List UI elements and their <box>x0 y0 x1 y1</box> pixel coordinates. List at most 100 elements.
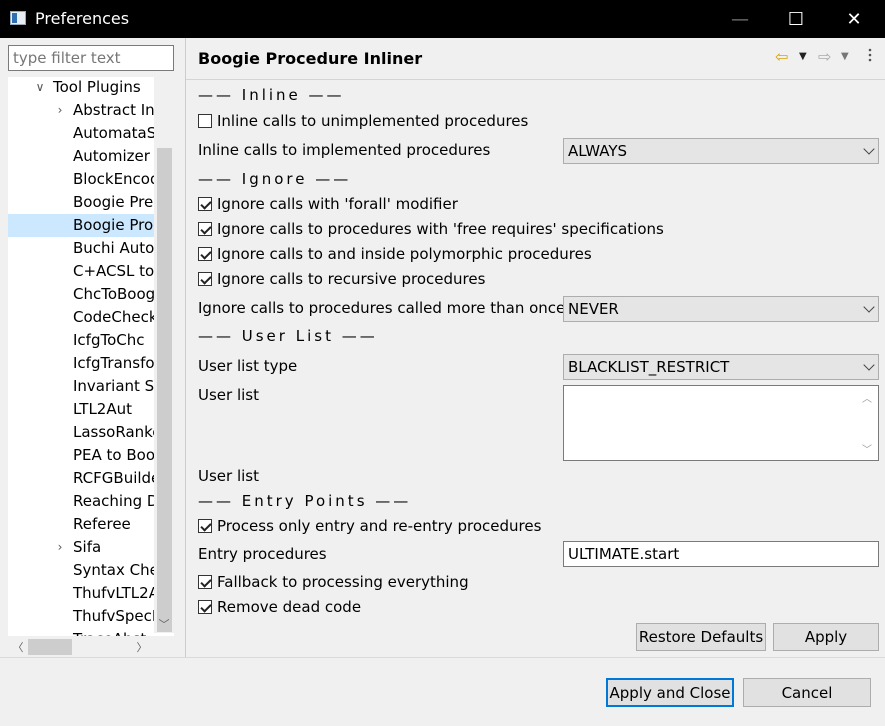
tree-item[interactable]: RCFGBuilde <box>8 467 154 490</box>
checkbox-label: Ignore calls to procedures with 'free re… <box>217 220 664 238</box>
group-ignore: —— Ignore —— <box>198 170 352 188</box>
tree-item-label: AutomataS <box>73 124 154 142</box>
select-value: ALWAYS <box>568 142 628 160</box>
tree-item[interactable]: Automizer <box>8 145 154 168</box>
checkbox-label: Fallback to processing everything <box>217 573 469 591</box>
checkbox-label: Process only entry and re-entry procedur… <box>217 517 542 535</box>
tree-item[interactable]: Invariant Sy <box>8 375 154 398</box>
tree-item-label: BlockEncod <box>73 170 154 188</box>
user-list-label-secondary: User list <box>198 467 259 485</box>
header-separator <box>186 79 885 80</box>
scroll-down-icon[interactable]: ﹀ <box>862 441 872 456</box>
entry-procedures-input[interactable]: ULTIMATE.start <box>563 541 879 567</box>
ignore-forall-checkbox[interactable]: Ignore calls with 'forall' modifier <box>198 194 458 214</box>
tree-item[interactable]: Syntax Che <box>8 559 154 582</box>
tree-item[interactable]: Boogie Pro <box>8 214 154 237</box>
process-entry-checkbox[interactable]: Process only entry and re-entry procedur… <box>198 516 541 536</box>
tree-item-label: IcfgTransfo <box>73 354 154 372</box>
checkbox-box[interactable] <box>198 114 212 128</box>
tree-item[interactable]: Referee <box>8 513 154 536</box>
tree-item[interactable]: AutomataS <box>8 122 154 145</box>
tree-item-label: Syntax Che <box>73 561 154 579</box>
forward-arrow-icon[interactable]: ⇨ <box>818 47 831 66</box>
tree-item[interactable]: CodeCheck <box>8 306 154 329</box>
inline-implemented-label: Inline calls to implemented procedures <box>198 141 491 159</box>
tree-item-label: ThufvSpecL <box>73 607 154 625</box>
group-entry-points: —— Entry Points —— <box>198 492 412 510</box>
back-dropdown-icon[interactable]: ▼ <box>799 51 807 62</box>
tree-item[interactable]: IcfgTransfo <box>8 352 154 375</box>
checkbox-box[interactable] <box>198 575 212 589</box>
user-list-type-select[interactable]: BLACKLIST_RESTRICT <box>563 354 879 380</box>
checkbox-box[interactable] <box>198 197 212 211</box>
fallback-checkbox[interactable]: Fallback to processing everything <box>198 572 469 592</box>
apply-and-close-button[interactable]: Apply and Close <box>606 678 734 707</box>
restore-defaults-button[interactable]: Restore Defaults <box>636 623 766 651</box>
close-button[interactable]: ✕ <box>826 0 882 38</box>
tree-item[interactable]: Reaching D <box>8 490 154 513</box>
apply-button[interactable]: Apply <box>773 623 879 651</box>
group-user-list: —— User List —— <box>198 327 378 345</box>
forward-dropdown-icon[interactable]: ▼ <box>841 51 849 62</box>
tree-item-label: Boogie Pro <box>73 216 154 234</box>
user-list-label: User list <box>198 386 259 404</box>
tree-item-label: Sifa <box>73 538 102 556</box>
chevron-right-icon[interactable]: › <box>53 99 67 122</box>
ignore-free-requires-checkbox[interactable]: Ignore calls to procedures with 'free re… <box>198 219 664 239</box>
page-title: Boogie Procedure Inliner <box>198 49 423 68</box>
tree-item-label: PEA to Boo <box>73 446 154 464</box>
tree-item[interactable]: ∨ Tool Plugins <box>8 77 154 99</box>
tree-item[interactable]: › Abstract In <box>8 99 154 122</box>
chevron-down-icon[interactable]: ∨ <box>33 77 47 99</box>
tree-item[interactable]: ChcToBoog <box>8 283 154 306</box>
cancel-button[interactable]: Cancel <box>743 678 871 707</box>
preference-tree[interactable]: ∨ Tool Plugins › Abstract In AutomataS Automi… <box>8 77 174 658</box>
tree-horizontal-scroll-thumb[interactable] <box>28 639 72 655</box>
tree-item-label: Invariant Sy <box>73 377 154 395</box>
tree-item-label: RCFGBuilde <box>73 469 154 487</box>
tree-item-label: Boogie Pre <box>73 193 154 211</box>
back-arrow-icon[interactable]: ⇦ <box>775 47 788 66</box>
minimize-button[interactable]: — <box>712 0 768 38</box>
inline-implemented-select[interactable]: ALWAYS <box>563 138 879 164</box>
entry-procedures-label: Entry procedures <box>198 545 327 563</box>
scroll-right-icon[interactable]: 〉 <box>132 636 152 658</box>
user-list-type-label: User list type <box>198 357 298 375</box>
tree-vertical-scroll-thumb[interactable] <box>157 148 172 632</box>
scroll-down-icon[interactable]: ﹀ <box>154 614 174 634</box>
tree-item-label: IcfgToChc <box>73 331 145 349</box>
tree-item[interactable]: Buchi Auto <box>8 237 154 260</box>
tree-item-label: Abstract In <box>73 101 154 119</box>
chevron-right-icon[interactable]: › <box>53 536 67 559</box>
tree-item[interactable]: PEA to Boo <box>8 444 154 467</box>
ignore-called-more-select[interactable]: NEVER <box>563 296 879 322</box>
remove-dead-code-checkbox[interactable]: Remove dead code <box>198 597 361 617</box>
tree-item[interactable]: C+ACSL to <box>8 260 154 283</box>
tree-item[interactable]: › Sifa <box>8 536 154 559</box>
ignore-polymorphic-checkbox[interactable]: Ignore calls to and inside polymorphic p… <box>198 244 592 264</box>
ignore-recursive-checkbox[interactable]: Ignore calls to recursive procedures <box>198 269 485 289</box>
tree-item[interactable]: Boogie Pre <box>8 191 154 214</box>
tree-item[interactable]: IcfgToChc <box>8 329 154 352</box>
filter-input[interactable] <box>8 45 174 71</box>
checkbox-box[interactable] <box>198 600 212 614</box>
maximize-button[interactable]: ☐ <box>768 0 824 38</box>
checkbox-box[interactable] <box>198 247 212 261</box>
menu-dots-icon[interactable] <box>864 44 876 72</box>
tree-item[interactable]: LassoRanke <box>8 421 154 444</box>
tree-item[interactable]: BlockEncod <box>8 168 154 191</box>
checkbox-box[interactable] <box>198 272 212 286</box>
checkbox-box[interactable] <box>198 519 212 533</box>
select-value: NEVER <box>568 300 619 318</box>
tree-item[interactable]: ThufvSpecL <box>8 605 154 628</box>
scroll-left-icon[interactable]: 〈 <box>8 636 28 658</box>
user-list-textarea[interactable]: ︿ ﹀ <box>563 385 879 461</box>
splitter[interactable] <box>185 38 186 658</box>
scroll-up-icon[interactable]: ︿ <box>862 390 872 405</box>
tree-item[interactable]: ThufvLTL2A <box>8 582 154 605</box>
checkbox-label: Ignore calls to and inside polymorphic p… <box>217 245 592 263</box>
tree-item[interactable]: LTL2Aut <box>8 398 154 421</box>
checkbox-box[interactable] <box>198 222 212 236</box>
inline-unimplemented-checkbox[interactable]: Inline calls to unimplemented procedures <box>198 111 528 131</box>
app-icon <box>10 11 26 25</box>
